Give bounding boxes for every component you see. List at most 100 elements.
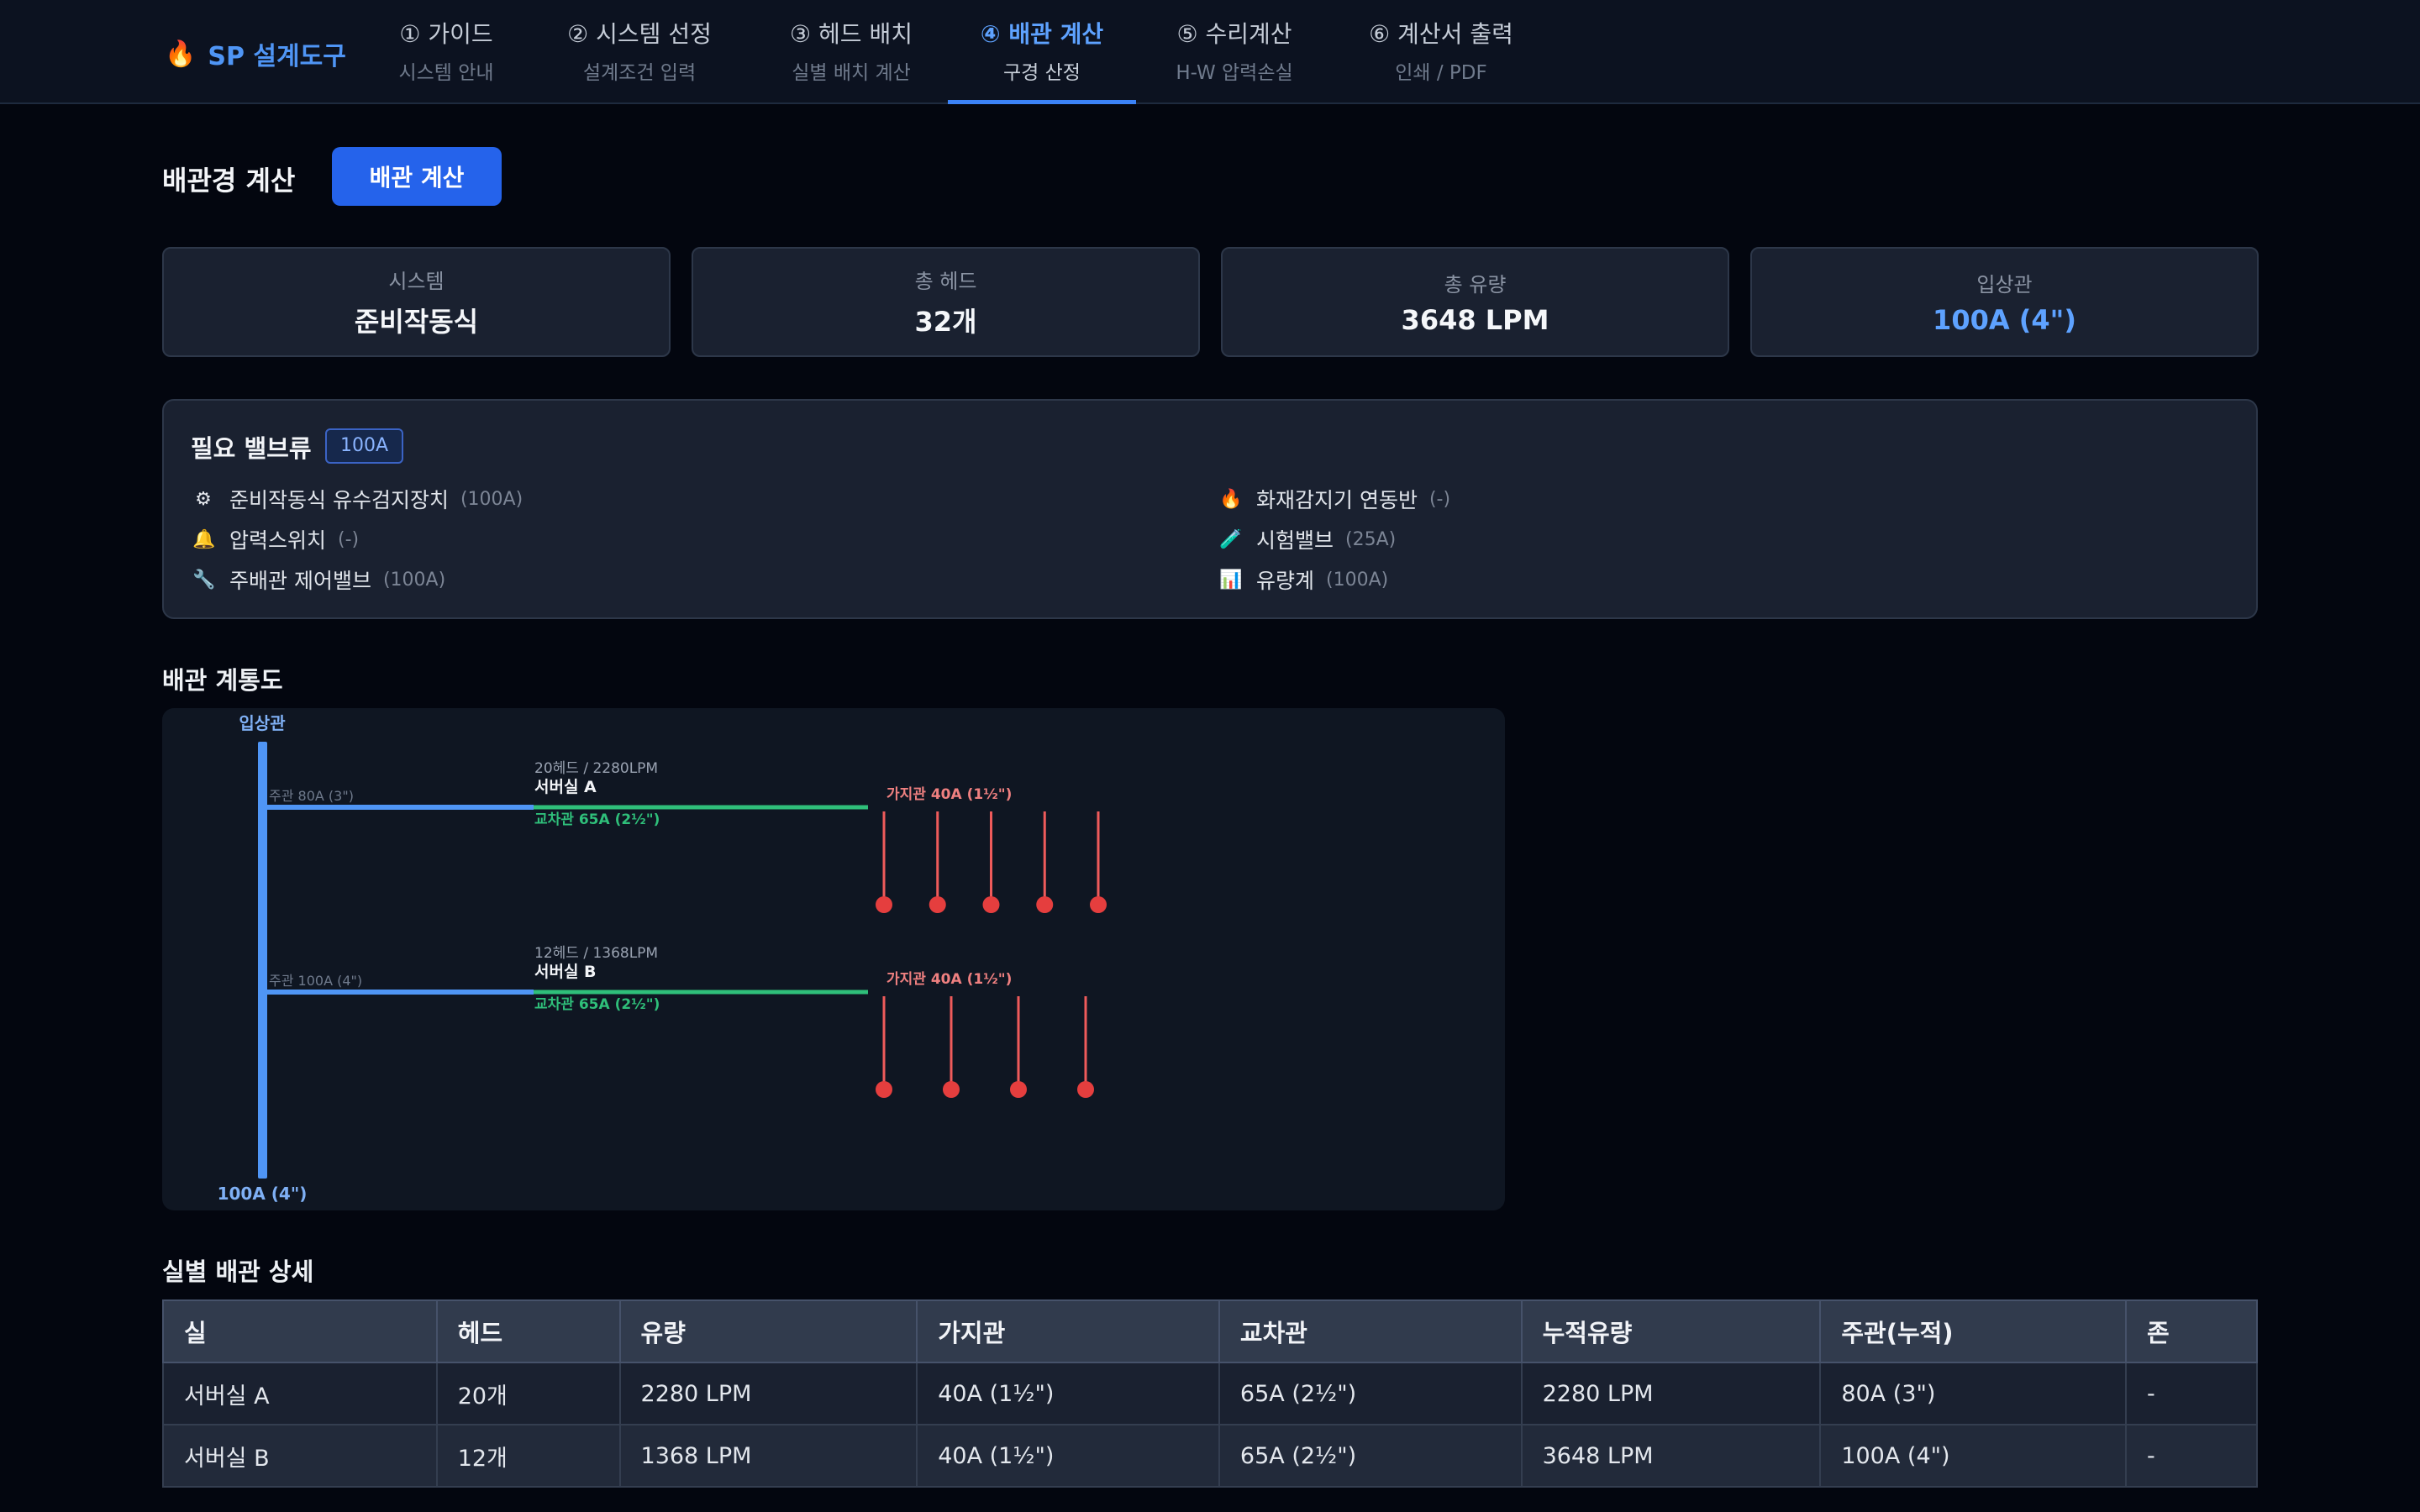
valve-item: 🧪 시험밸브 (25A) (1219, 522, 1396, 556)
tab-label: ⑤ 수리계산 (1176, 20, 1292, 48)
room-b-sprinkler-head (1077, 1081, 1094, 1098)
room-a-sprinkler-head (982, 896, 1000, 913)
top-navigation: 🔥 SP 설계도구 ① 가이드 시스템 안내 ② 시스템 선정 설계조건 입력 … (0, 0, 2420, 104)
valve-item: ⚙ 준비작동식 유수검지장치 (100A) (192, 482, 523, 516)
valve-item: 🔔 압력스위치 (-) (192, 522, 359, 556)
tab-label: ④ 배관 계산 (980, 20, 1104, 48)
piping-diagram: 입상관 100A (4") 주관 80A (3") 20헤드 / 2280LPM… (162, 708, 1505, 1210)
valve-size: (-) (338, 528, 360, 550)
tab-sublabel: 인쇄 / PDF (1395, 62, 1487, 84)
room-b-name: 서버실 B (534, 963, 597, 981)
valve-name: 압력스위치 (229, 528, 327, 553)
room-b-info: 12헤드 / 1368LPM (534, 945, 658, 962)
tab-pipe-calc[interactable]: ④ 배관 계산 구경 산정 (948, 0, 1136, 104)
room-a-sprinkler-head (929, 896, 946, 913)
col-header-branch: 가지관 (916, 1299, 1220, 1363)
valves-title: 필요 밸브류 (191, 434, 312, 463)
col-header-cumulative-flow: 누적유량 (1520, 1299, 1822, 1363)
card-value: 준비작동식 (354, 306, 479, 338)
valve-name: 화재감지기 연동반 (1256, 488, 1418, 512)
wrench-icon: 🔧 (192, 569, 216, 591)
tab-report-output[interactable]: ⑥ 계산서 출력 인쇄 / PDF (1353, 0, 1529, 104)
room-b-sprinkler-head (876, 1081, 892, 1098)
tab-sublabel: H-W 압력손실 (1176, 62, 1293, 84)
tab-guide[interactable]: ① 가이드 시스템 안내 (385, 0, 508, 104)
valve-item: 🔥 화재감지기 연동반 (-) (1219, 482, 1450, 516)
valve-size: (100A) (382, 569, 446, 591)
brand-logo[interactable]: 🔥 SP 설계도구 (165, 35, 346, 72)
room-a-main-label: 주관 80A (3") (269, 788, 354, 804)
diagram-title: 배관 계통도 (162, 666, 283, 695)
valve-name: 주배관 제어밸브 (229, 569, 371, 593)
room-a-name: 서버실 A (534, 778, 597, 796)
cell-cross: 65A (2½") (1218, 1362, 1523, 1425)
flame-icon: 🔥 (1219, 488, 1243, 510)
table-row: 서버실 A 20개 2280 LPM 40A (1½") 65A (2½") 2… (162, 1362, 2258, 1425)
flame-icon: 🔥 (165, 39, 197, 69)
room-a-cross-label: 교차관 65A (2½") (534, 811, 660, 828)
room-a-sprinkler-head (876, 896, 892, 913)
cell-flow: 1368 LPM (618, 1424, 918, 1488)
cell-flow: 2280 LPM (618, 1362, 918, 1425)
pipe-calc-button[interactable]: 배관 계산 (332, 147, 502, 206)
tab-label: ② 시스템 선정 (567, 20, 712, 48)
cell-zone: - (2125, 1424, 2258, 1488)
detail-table-title: 실별 배관 상세 (162, 1257, 314, 1286)
col-header-cross: 교차관 (1218, 1299, 1523, 1363)
required-valves-panel: 필요 밸브류 100A ⚙ 준비작동식 유수검지장치 (100A) 🔥 화재감지… (162, 399, 2258, 619)
cell-heads: 20개 (435, 1362, 621, 1425)
valve-name: 시험밸브 (1256, 528, 1334, 553)
tab-label: ① 가이드 (399, 20, 493, 48)
room-b-branches (876, 996, 1094, 1098)
valve-size: (100A) (460, 488, 523, 510)
valves-size-badge: 100A (325, 428, 404, 464)
col-header-room: 실 (162, 1299, 438, 1363)
stat-card-riser: 입상관 100A (4") (1750, 247, 2259, 357)
col-header-heads: 헤드 (435, 1299, 621, 1363)
tab-label: ⑥ 계산서 출력 (1369, 20, 1513, 48)
col-header-zone: 존 (2125, 1299, 2258, 1363)
tab-sublabel: 실별 배치 계산 (792, 62, 911, 84)
card-value: 3648 LPM (1401, 304, 1549, 336)
piping-diagram-canvas: 입상관 100A (4") 주관 80A (3") 20헤드 / 2280LPM… (218, 713, 1107, 1204)
valve-item: 🔧 주배관 제어밸브 (100A) (192, 563, 445, 596)
cell-branch: 40A (1½") (916, 1362, 1220, 1425)
tab-system-select[interactable]: ② 시스템 선정 설계조건 입력 (551, 0, 728, 104)
room-b-branch-group: 주관 100A (4") 12헤드 / 1368LPM 서버실 B 교차관 65… (263, 945, 1094, 1098)
valve-name: 유량계 (1256, 569, 1315, 593)
tab-hydraulic-calc[interactable]: ⑤ 수리계산 H-W 압력손실 (1160, 0, 1309, 104)
cell-room: 서버실 B (162, 1424, 438, 1488)
valve-size: (100A) (1326, 569, 1389, 591)
cell-zone: - (2125, 1362, 2258, 1425)
valve-item: 📊 유량계 (100A) (1219, 563, 1388, 596)
card-value: 100A (4") (1933, 304, 2076, 336)
tab-label: ③ 헤드 배치 (790, 20, 913, 48)
valve-name: 준비작동식 유수검지장치 (229, 488, 449, 512)
col-header-flow: 유량 (618, 1299, 918, 1363)
room-b-branch-label: 가지관 40A (1½") (886, 971, 1012, 988)
table-row: 서버실 B 12개 1368 LPM 40A (1½") 65A (2½") 3… (162, 1424, 2258, 1488)
riser-label: 입상관 (239, 713, 286, 733)
cell-cross: 65A (2½") (1218, 1424, 1523, 1488)
room-a-info: 20헤드 / 2280LPM (534, 760, 658, 777)
stat-card-system: 시스템 준비작동식 (162, 247, 671, 357)
cell-branch: 40A (1½") (916, 1424, 1220, 1488)
card-value: 32개 (914, 306, 977, 338)
valve-size: (-) (1428, 488, 1451, 510)
riser-size-label: 100A (4") (218, 1184, 308, 1204)
gear-icon: ⚙ (195, 488, 212, 510)
stat-card-total-flow: 총 유량 3648 LPM (1221, 247, 1729, 357)
cell-cumulative-flow: 2280 LPM (1520, 1362, 1822, 1425)
room-b-main-label: 주관 100A (4") (269, 973, 362, 989)
bar-chart-icon: 📊 (1219, 569, 1243, 591)
room-b-cross-label: 교차관 65A (2½") (534, 996, 660, 1013)
card-label: 입상관 (1976, 273, 2033, 297)
tab-head-layout[interactable]: ③ 헤드 배치 실별 배치 계산 (770, 0, 933, 104)
pipe-detail-table: 실 헤드 유량 가지관 교차관 누적유량 주관(누적) 존 서버실 A 20개 … (162, 1299, 2258, 1488)
page-title: 배관경 계산 (162, 165, 296, 197)
cell-heads: 12개 (435, 1424, 621, 1488)
tab-sublabel: 구경 산정 (1003, 62, 1081, 84)
room-b-sprinkler-head (943, 1081, 960, 1098)
bell-icon: 🔔 (192, 528, 216, 550)
room-a-sprinkler-head (1036, 896, 1054, 913)
